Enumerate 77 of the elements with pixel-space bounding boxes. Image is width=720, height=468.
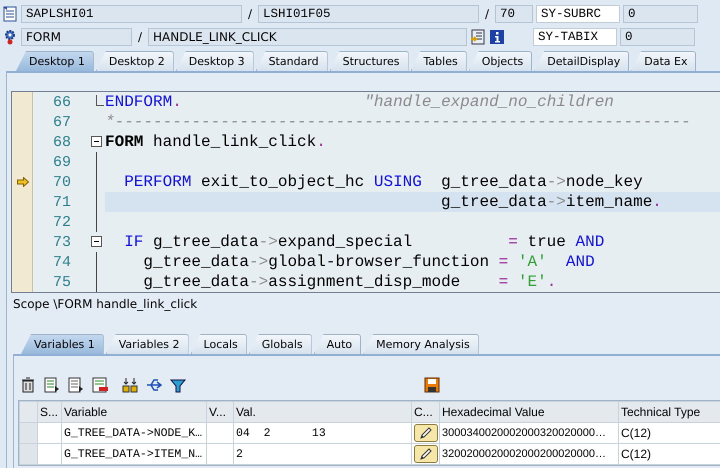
pencil-icon: [419, 447, 433, 461]
line-number: 75: [52, 274, 72, 290]
branch-arrows-icon[interactable]: [146, 377, 162, 393]
code-line: PERFORM exit_to_object_hc USING g_tree_data->node_key: [123, 172, 644, 192]
table-cell: G_TREE_DATA->ITEM_N…: [62, 444, 206, 464]
table-cell: 3000340020002000320020000…: [440, 422, 618, 444]
line-number: 67: [52, 114, 72, 130]
scope-label: Scope \FORM handle_link_click: [13, 297, 198, 311]
line-number: 70: [52, 174, 72, 190]
save-icon[interactable]: [424, 377, 440, 393]
collapse-icon[interactable]: [91, 136, 102, 147]
document-list-icon: [2, 6, 18, 22]
readonly-field: FORM: [21, 28, 132, 46]
tab[interactable]: Data Ex: [631, 51, 696, 71]
code-line: *------------------------------------------------------------: [105, 112, 692, 132]
tab[interactable]: Variables 2: [106, 334, 189, 354]
code-editor[interactable]: [11, 91, 720, 293]
fold-end-icon: [96, 95, 104, 107]
trash-icon[interactable]: [20, 377, 36, 393]
table-cell: 04 2 13: [234, 422, 412, 444]
column-header[interactable]: S...: [38, 402, 62, 422]
line-number: 66: [52, 94, 72, 110]
tab[interactable]: Standard: [256, 51, 328, 71]
list-arrow-icon[interactable]: [44, 377, 60, 393]
tab[interactable]: Structures: [330, 51, 409, 71]
gear-icon: [2, 29, 18, 45]
tab[interactable]: Memory Analysis: [363, 334, 479, 354]
tab[interactable]: Desktop 3: [176, 51, 254, 71]
code-line: IF g_tree_data->expand_special = true AND: [123, 232, 606, 252]
table-cell: G_TREE_DATA->NODE_K…: [62, 422, 206, 444]
table-cell: 2: [234, 444, 412, 464]
tab[interactable]: Locals: [190, 334, 247, 354]
tab[interactable]: Desktop 1: [16, 51, 94, 71]
line-number: 72: [52, 214, 72, 230]
readonly-field: SY-SUBRC: [536, 5, 620, 23]
edit-button[interactable]: [414, 424, 438, 442]
separator-slash: /: [484, 7, 490, 21]
table-cell: 3200200020002000200020000…: [440, 444, 618, 464]
readonly-field: 70: [495, 5, 533, 23]
line-number: 74: [52, 254, 72, 270]
collapse-icon[interactable]: [91, 236, 102, 247]
code-line: g_tree_data->global-browser_function = 'A' AND: [142, 252, 596, 272]
list-arrow-icon[interactable]: [68, 377, 84, 393]
line-number: 71: [52, 194, 72, 210]
separator-slash: /: [136, 30, 144, 44]
column-header[interactable]: Hexadecimal Value: [440, 402, 618, 422]
tab[interactable]: Tables: [410, 51, 467, 71]
list-delete-icon[interactable]: [92, 377, 108, 393]
readonly-field: LSHI01F05: [258, 5, 479, 23]
code-line: ENDFORM. "handle_expand_no_children: [105, 92, 615, 112]
readonly-field: SAPLSHI01: [21, 5, 242, 23]
line-number: 73: [52, 234, 72, 250]
column-header[interactable]: Val.: [234, 402, 412, 422]
column-header[interactable]: V...: [206, 402, 234, 422]
separator-slash: /: [246, 7, 254, 21]
tab[interactable]: Desktop 2: [96, 51, 174, 71]
readonly-field: 0: [620, 28, 695, 46]
readonly-field: SY-TABIX: [533, 28, 617, 46]
code-line: FORM handle_link_click.: [105, 132, 327, 152]
pencil-icon: [419, 426, 433, 440]
tab[interactable]: Objects: [468, 51, 532, 71]
edit-button[interactable]: [414, 445, 438, 463]
tab[interactable]: Globals: [248, 334, 312, 354]
column-header[interactable]: C...: [412, 402, 440, 422]
code-line: g_tree_data->assignment_disp_mode = 'E'.: [142, 272, 558, 292]
info-icon[interactable]: [489, 29, 505, 45]
tab[interactable]: Variables 1: [21, 334, 104, 354]
column-header[interactable]: Variable: [62, 402, 206, 422]
filter-icon[interactable]: [170, 377, 186, 393]
column-header[interactable]: Technical Type: [618, 402, 720, 422]
tab[interactable]: Auto: [314, 334, 362, 354]
line-number: 68: [52, 134, 72, 150]
boxes-arrows-icon[interactable]: [122, 377, 138, 393]
readonly-field: HANDLE_LINK_CLICK: [148, 28, 467, 46]
line-number: 69: [52, 154, 72, 170]
readonly-field: 0: [623, 5, 698, 23]
tab[interactable]: DetailDisplay: [534, 51, 630, 71]
